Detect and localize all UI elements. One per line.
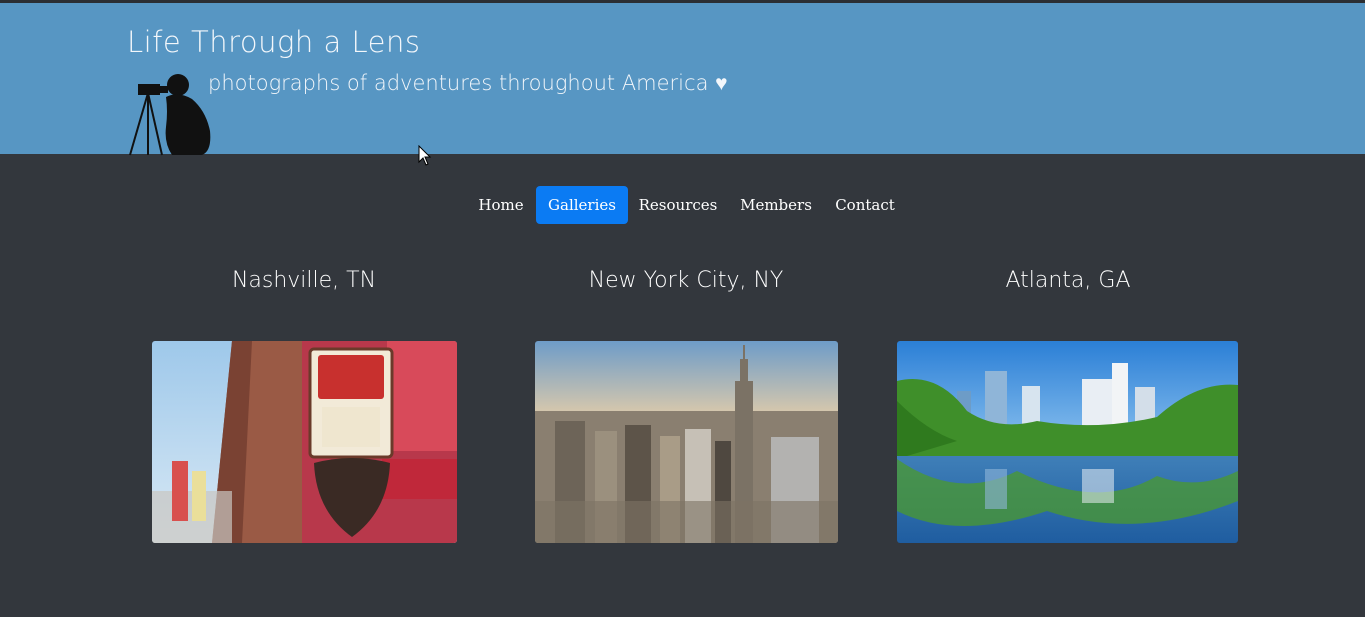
photographer-silhouette-icon [129, 74, 211, 156]
nav-galleries[interactable]: Galleries [536, 186, 628, 224]
gallery-title-nyc: New York City, NY [588, 268, 784, 293]
nav-members[interactable]: Members [736, 186, 816, 224]
nav-home[interactable]: Home [473, 186, 529, 224]
site-subtitle: photographs of adventures throughout Ame… [208, 71, 728, 95]
mouse-cursor-icon [418, 145, 432, 166]
gallery-image-nyc[interactable] [535, 341, 838, 543]
main-nav: Home Galleries Resources Members Contact [0, 186, 1365, 224]
gallery-title-atlanta: Atlanta, GA [1005, 268, 1131, 293]
gallery-title-nashville: Nashville, TN [231, 268, 377, 293]
nav-contact[interactable]: Contact [830, 186, 900, 224]
site-title: Life Through a Lens [127, 25, 421, 59]
site-header: Life Through a Lens photographs of adven… [0, 3, 1365, 156]
gallery-image-atlanta[interactable] [897, 341, 1238, 543]
gallery-image-nashville[interactable] [152, 341, 457, 543]
nav-resources[interactable]: Resources [636, 186, 720, 224]
